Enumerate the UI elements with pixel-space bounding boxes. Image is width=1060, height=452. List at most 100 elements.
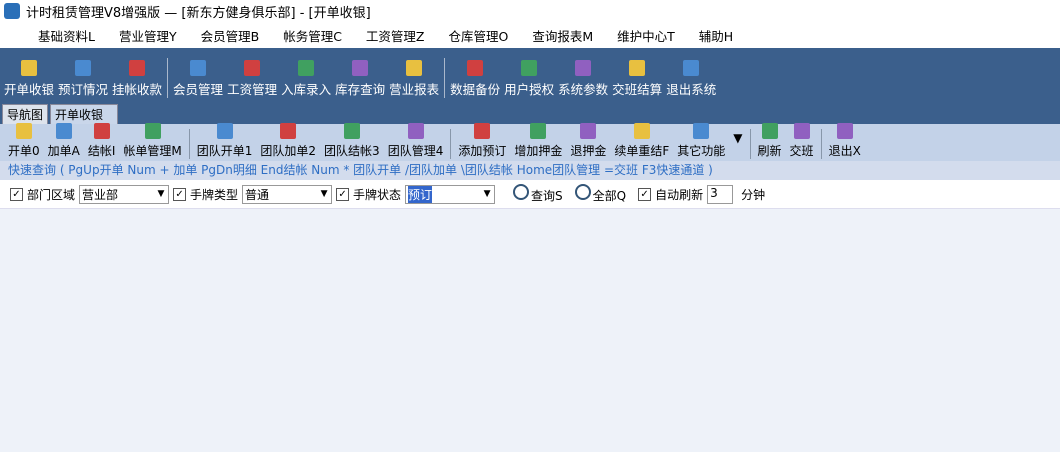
toolbar-icon <box>190 60 207 76</box>
menu-item[interactable]: 帐务管理C <box>271 26 354 45</box>
toolbar-icon <box>530 123 547 139</box>
menu-item[interactable]: 仓库管理O <box>437 26 521 45</box>
toolbar-label: 库存查询 <box>335 82 386 97</box>
chevron-down-icon: ▼ <box>157 189 165 199</box>
toolbar-label: 团队加单2 <box>260 144 317 158</box>
toolbar-label: 系统参数 <box>558 82 609 97</box>
toolbar-button[interactable]: ▼ <box>729 131 746 159</box>
dept-label: 部门区域 <box>27 187 76 202</box>
toolbar-button[interactable]: 系统参数 <box>556 60 610 98</box>
toolbar-icon <box>93 123 110 139</box>
toolbar-button[interactable]: 团队结帐3 <box>320 123 384 159</box>
toolbar-button[interactable]: 数据备份 <box>448 60 502 98</box>
toolbar-label: 续单重结F <box>614 144 670 158</box>
toolbar-icon <box>693 123 710 139</box>
toolbar-button[interactable]: 其它功能 <box>673 123 729 159</box>
menu-item[interactable]: 辅助H <box>687 26 745 45</box>
toolbar-icon <box>521 60 538 76</box>
search-icon <box>513 184 530 200</box>
auto-refresh-checkbox[interactable]: ✓ <box>638 187 652 201</box>
toolbar-icon <box>793 123 810 139</box>
auto-refresh-input[interactable]: 3 <box>707 184 734 204</box>
type-select[interactable]: 普通 ▼ <box>242 184 333 204</box>
toolbar-button[interactable]: 退押金 <box>566 123 610 159</box>
toolbar-icon <box>633 123 650 139</box>
toolbar-button[interactable]: 结帐I <box>84 123 120 159</box>
type-label: 手牌类型 <box>190 187 239 202</box>
dept-value: 营业部 <box>82 187 119 202</box>
main-toolbar: 开单收银 预订情况 挂帐收款 会员管理 工资管理 入库录入 库存查询 营业报表 数据备份 用户授权… <box>0 48 1060 104</box>
toolbar-button[interactable]: 帐单管理M <box>119 123 185 159</box>
toolbar-label: 入库录入 <box>281 82 332 97</box>
toolbar-button[interactable]: 库存查询 <box>333 60 387 98</box>
toolbar-button[interactable]: 团队管理4 <box>384 123 448 159</box>
toolbar-icon <box>406 60 423 76</box>
toolbar-button[interactable]: 挂帐收款 <box>110 60 164 98</box>
type-value: 普通 <box>245 187 270 202</box>
tab-checkout[interactable]: 开单收银 <box>50 104 119 124</box>
toolbar-label: 退出X <box>828 144 861 158</box>
checkout-toolbar: 开单0 加单A 结帐I 帐单管理M 团队开单1 团队加单2 团队结帐3 团队管理4 添加预订 增加… <box>0 123 1060 161</box>
toolbar-button[interactable]: 续单重结F <box>610 123 673 159</box>
quick-query-hint: 快速查询 ( PgUp开单 Num + 加单 PgDn明细 End结帐 Num … <box>0 161 1060 180</box>
toolbar-button[interactable]: 团队开单1 <box>193 123 257 159</box>
menu-item[interactable]: 会员管理B <box>189 26 272 45</box>
toolbar-icon <box>683 60 700 76</box>
toolbar-button[interactable]: 添加预订 <box>454 123 510 159</box>
toolbar-button[interactable]: 加单A <box>44 123 84 159</box>
toolbar-button[interactable]: 工资管理 <box>225 60 279 98</box>
menu-item[interactable]: 查询报表M <box>520 26 605 45</box>
query-button[interactable]: 查询S <box>513 184 563 204</box>
toolbar-button[interactable]: 开单收银 <box>2 60 56 98</box>
toolbar-icon <box>474 123 491 139</box>
toolbar-icon <box>55 123 72 139</box>
toolbar-button[interactable]: 增加押金 <box>510 123 566 159</box>
toolbar-label: 团队开单1 <box>196 144 253 158</box>
toolbar-separator <box>820 129 822 159</box>
toolbar-label: 刷新 <box>757 144 782 158</box>
toolbar-icon <box>21 60 37 76</box>
toolbar-label: 其它功能 <box>677 144 726 158</box>
status-select[interactable]: 预订 ▼ <box>405 184 496 204</box>
status-value: 预订 <box>408 185 433 203</box>
status-checkbox[interactable]: ✓ <box>336 187 350 201</box>
toolbar-icon <box>575 60 592 76</box>
dept-select[interactable]: 营业部 ▼ <box>79 184 170 204</box>
toolbar-button[interactable]: 用户授权 <box>502 60 556 98</box>
toolbar-icon <box>629 60 646 76</box>
menu-item[interactable]: 工资管理Z <box>354 26 437 45</box>
toolbar-label: 退押金 <box>570 144 607 158</box>
toolbar-icon <box>467 60 484 76</box>
toolbar-separator <box>444 58 446 98</box>
dept-checkbox[interactable]: ✓ <box>10 187 23 201</box>
toolbar-button[interactable]: 交班 <box>786 123 818 159</box>
toolbar-button[interactable]: 营业报表 <box>387 60 441 98</box>
tab-strip: 导航图 开单收银 <box>0 104 1060 124</box>
menu-item[interactable]: 基础资料L <box>26 26 107 45</box>
toolbar-button[interactable]: 刷新 <box>754 123 786 159</box>
toolbar-label: 加单A <box>47 144 80 158</box>
type-checkbox[interactable]: ✓ <box>173 187 187 201</box>
toolbar-button[interactable]: 退出X <box>825 123 865 159</box>
toolbar-icon <box>244 60 261 76</box>
toolbar-button[interactable]: 会员管理 <box>171 60 225 98</box>
toolbar-label: 数据备份 <box>450 82 501 97</box>
toolbar-icon <box>216 123 233 139</box>
toolbar-button[interactable]: 退出系统 <box>664 60 718 98</box>
toolbar-button[interactable]: 交班结算 <box>610 60 664 98</box>
chevron-down-icon: ▼ <box>483 189 491 199</box>
tab-navigation[interactable]: 导航图 <box>2 104 49 124</box>
toolbar-button[interactable]: 开单0 <box>4 123 44 159</box>
chevron-down-icon: ▼ <box>320 189 328 199</box>
toolbar-button[interactable]: 团队加单2 <box>256 123 320 159</box>
toolbar-icon <box>280 123 297 139</box>
toolbar-label: 预订情况 <box>58 82 109 97</box>
toolbar-label: 挂帐收款 <box>112 82 163 97</box>
toolbar-icon <box>75 60 92 76</box>
toolbar-button[interactable]: 预订情况 <box>56 60 110 98</box>
toolbar-button[interactable]: 入库录入 <box>279 60 333 98</box>
menu-item[interactable]: 营业管理Y <box>107 26 189 45</box>
all-button[interactable]: 全部Q <box>574 184 626 204</box>
menu-item[interactable]: 维护中心T <box>605 26 687 45</box>
toolbar-label: 团队管理4 <box>387 144 444 158</box>
